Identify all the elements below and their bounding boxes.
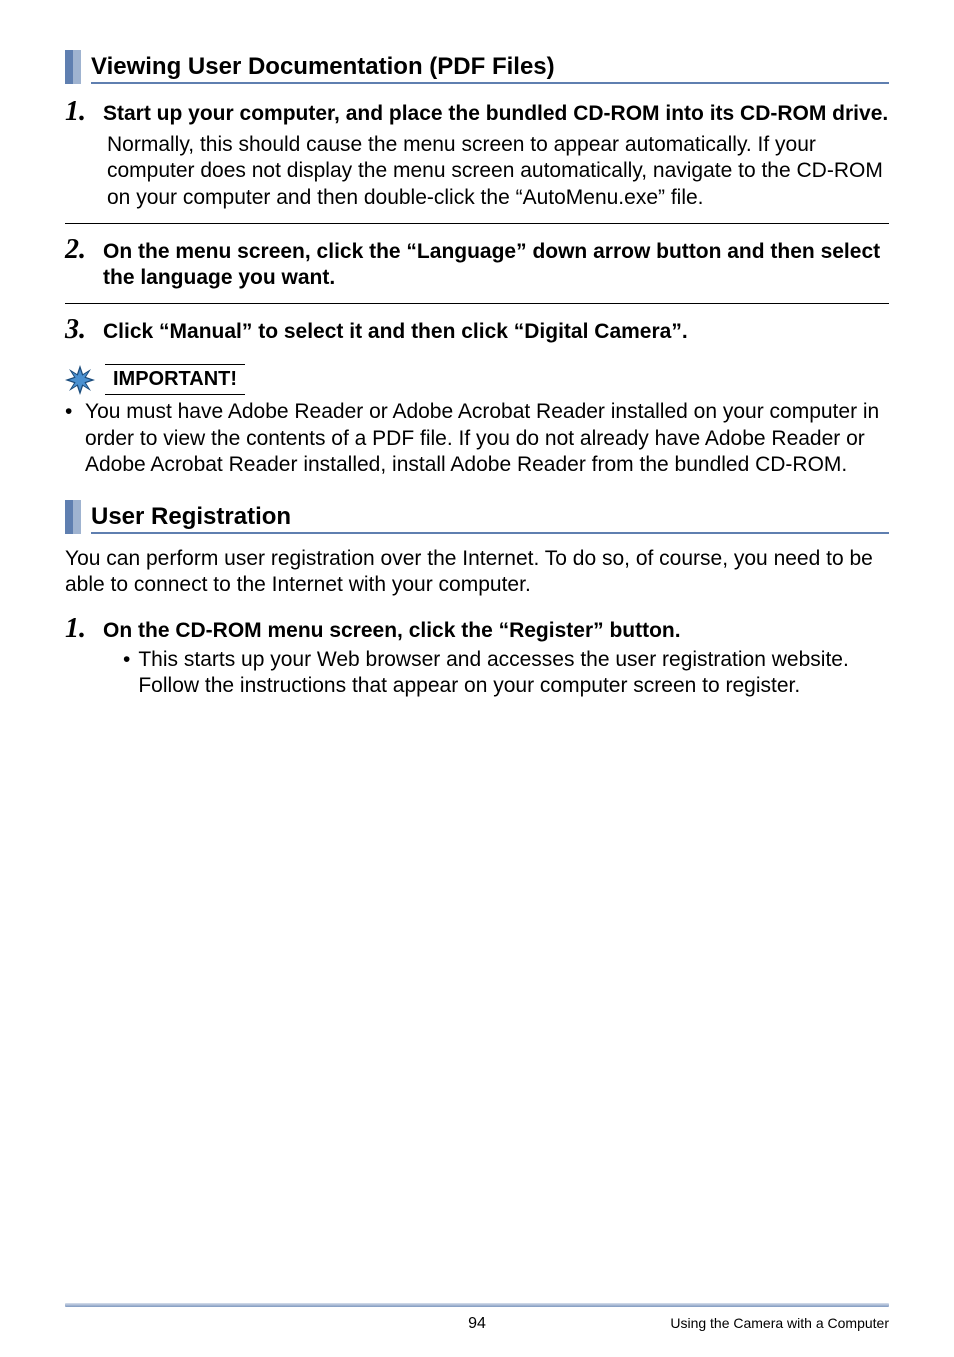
step-title: On the menu screen, click the “Language”… — [103, 239, 889, 292]
footer-row: 94 Using the Camera with a Computer — [65, 1315, 889, 1331]
heading-bar-inner — [73, 500, 81, 534]
page-footer: 94 Using the Camera with a Computer — [65, 1303, 889, 1331]
registration-intro: You can perform user registration over t… — [65, 546, 889, 599]
registration-sub-bullet: • This starts up your Web browser and ac… — [123, 647, 889, 700]
divider — [65, 223, 889, 224]
footer-divider — [65, 1303, 889, 1307]
step-title: Click “Manual” to select it and then cli… — [103, 319, 688, 345]
divider — [65, 303, 889, 304]
registration-sub-text: This starts up your Web browser and acce… — [138, 647, 889, 700]
step-3: 3. Click “Manual” to select it and then … — [65, 314, 889, 346]
step-2: 2. On the menu screen, click the “Langua… — [65, 234, 889, 292]
important-heading: IMPORTANT! — [65, 364, 889, 395]
heading-bar-outer — [65, 50, 73, 84]
important-label: IMPORTANT! — [105, 364, 245, 395]
step-1: 1. Start up your computer, and place the… — [65, 96, 889, 211]
important-bullet: • You must have Adobe Reader or Adobe Ac… — [65, 399, 889, 478]
step-number: 2. — [65, 234, 93, 266]
important-bullet-text: You must have Adobe Reader or Adobe Acro… — [85, 399, 889, 478]
heading-bar-inner — [73, 50, 81, 84]
registration-step-1: 1. On the CD-ROM menu screen, click the … — [65, 613, 889, 700]
step-number: 1. — [65, 613, 93, 645]
bullet-dot: • — [123, 647, 130, 700]
step-title: Start up your computer, and place the bu… — [103, 101, 888, 127]
bullet-dot: • — [65, 399, 79, 478]
section-heading-viewing-docs: Viewing User Documentation (PDF Files) — [65, 50, 889, 84]
heading-text: Viewing User Documentation (PDF Files) — [91, 50, 889, 84]
heading-text: User Registration — [91, 500, 889, 534]
page-number: 94 — [468, 1315, 486, 1333]
section-heading-user-registration: User Registration — [65, 500, 889, 534]
heading-bar-outer — [65, 500, 73, 534]
step-body: Normally, this should cause the menu scr… — [107, 132, 889, 211]
step-title: On the CD-ROM menu screen, click the “Re… — [103, 618, 681, 644]
burst-icon — [65, 365, 95, 395]
step-number: 1. — [65, 96, 93, 128]
step-number: 3. — [65, 314, 93, 346]
footer-chapter: Using the Camera with a Computer — [670, 1315, 889, 1331]
